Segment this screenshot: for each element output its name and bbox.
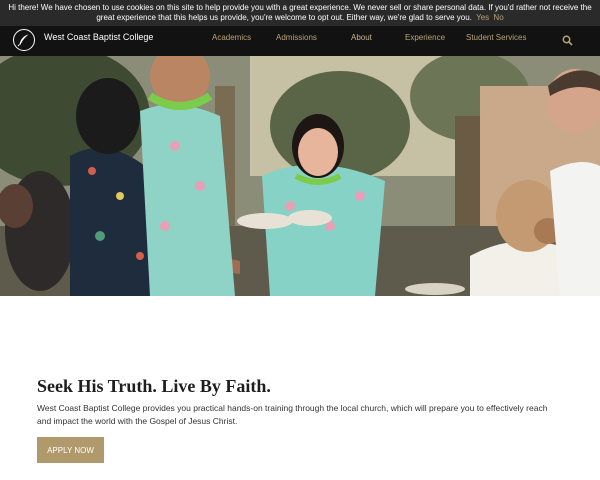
page-tagline: Seek His Truth. Live By Faith. bbox=[37, 376, 271, 396]
cookie-decline-link[interactable]: No bbox=[493, 13, 503, 22]
site-header: West Coast Baptist College Academics Adm… bbox=[0, 26, 600, 56]
cookie-banner: Hi there! We have chosen to use cookies … bbox=[0, 0, 600, 26]
nav-student-services[interactable]: Student Services bbox=[466, 33, 526, 42]
apply-now-button[interactable]: APPLY NOW bbox=[37, 437, 104, 463]
nav-experience[interactable]: Experience bbox=[405, 33, 445, 42]
nav-about[interactable]: About bbox=[351, 33, 372, 42]
intro-description: West Coast Baptist College provides you … bbox=[37, 403, 548, 426]
search-icon[interactable] bbox=[562, 33, 573, 51]
cookie-message: Hi there! We have chosen to use cookies … bbox=[8, 3, 592, 22]
nav-admissions[interactable]: Admissions bbox=[276, 33, 317, 42]
brand-name[interactable]: West Coast Baptist College bbox=[44, 32, 153, 42]
cookie-accept-link[interactable]: Yes bbox=[476, 13, 489, 22]
nav-academics[interactable]: Academics bbox=[212, 33, 251, 42]
hero-image bbox=[0, 56, 600, 296]
feather-icon[interactable] bbox=[13, 29, 35, 51]
